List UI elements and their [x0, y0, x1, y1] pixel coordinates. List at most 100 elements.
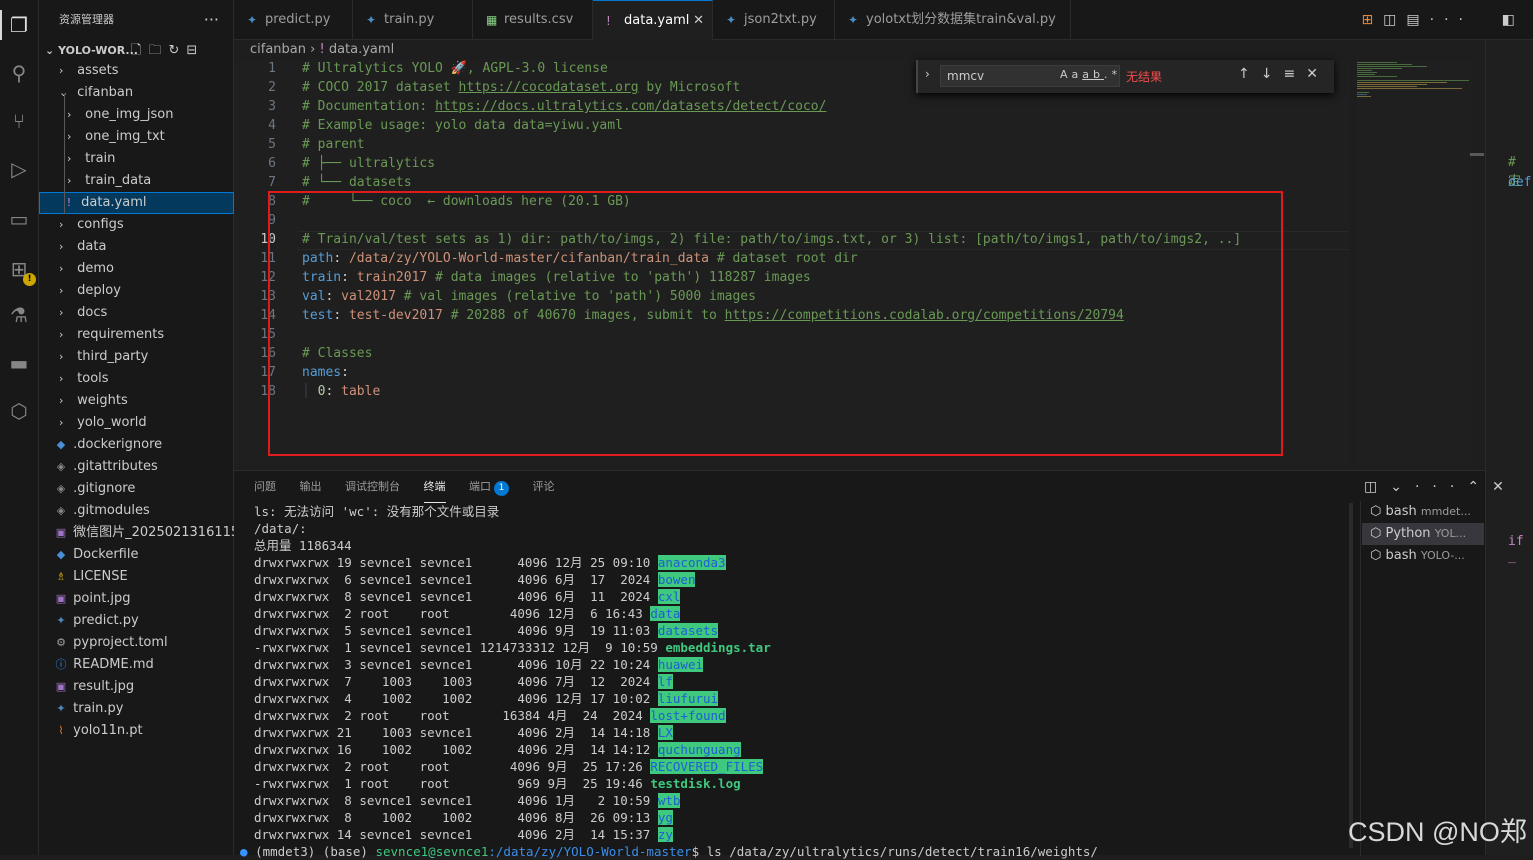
more-actions-icon[interactable]: ··· — [1415, 479, 1467, 495]
image-icon: ▣ — [55, 680, 67, 693]
explorer-icon[interactable]: ❐ — [0, 10, 34, 40]
tab-predict-py[interactable]: ✦ predict.py — [234, 0, 353, 40]
tree-item[interactable]: › third_party — [39, 346, 234, 368]
code-line-4: # Example usage: yolo data data=yiwu.yam… — [302, 118, 623, 133]
tree-item[interactable]: › weights — [39, 390, 234, 412]
tab-ports[interactable]: 端口 1 — [469, 471, 509, 503]
tree-item[interactable]: › tools — [39, 368, 234, 390]
tree-item[interactable]: ▣ point.jpg — [39, 588, 234, 610]
tab-comments[interactable]: 评论 — [533, 471, 555, 503]
tab-train-py[interactable]: ✦ train.py — [353, 0, 473, 40]
minimap-line — [1357, 64, 1412, 65]
tab-results-csv[interactable]: ▦ results.csv — [473, 0, 593, 40]
tab-debug-console[interactable]: 调试控制台 — [345, 471, 400, 503]
arrow-down-icon[interactable]: ↓ — [1261, 66, 1284, 82]
tree-item[interactable]: › docs — [39, 302, 234, 324]
tree-item[interactable]: ♗ LICENSE — [39, 566, 234, 588]
preview-icon[interactable]: ⊞ — [1361, 12, 1383, 28]
close-icon[interactable]: ✕ — [1492, 479, 1517, 495]
tab-json2txt-py[interactable]: ✦ json2txt.py — [713, 0, 835, 40]
close-icon[interactable]: ✕ — [1306, 66, 1329, 82]
directory-name: data — [650, 606, 681, 621]
tab-problems[interactable]: 问题 — [254, 471, 276, 503]
tree-item[interactable]: › requirements — [39, 324, 234, 346]
remote-explorer-icon[interactable]: ▭ — [4, 204, 34, 234]
tree-item[interactable]: ◈ .gitignore — [39, 478, 234, 500]
more-actions-icon[interactable]: ··· — [1430, 12, 1473, 28]
terminal-item[interactable]: ⬡ Python YOL... — [1362, 523, 1484, 545]
minimap[interactable] — [1357, 60, 1472, 465]
tree-item[interactable]: ⚙ pyproject.toml — [39, 632, 234, 654]
tree-item[interactable]: › demo — [39, 258, 234, 280]
tree-item[interactable]: › deploy — [39, 280, 234, 302]
tab-yolotxt-split-py[interactable]: ✦ yolotxt划分数据集train&val.py — [835, 0, 1071, 40]
regex-icon[interactable]: .* — [1104, 68, 1121, 81]
split-editor-icon[interactable]: ▤ — [1406, 12, 1429, 28]
breadcrumb-file[interactable]: data.yaml — [329, 42, 394, 57]
link[interactable]: https://docs.ultralytics.com/datasets/de… — [435, 99, 826, 114]
match-case-icon[interactable]: Aa — [1060, 68, 1082, 81]
tree-item[interactable]: › one_img_json — [39, 104, 234, 126]
tree-item[interactable]: › train — [39, 148, 234, 170]
more-actions-icon[interactable]: ··· — [204, 0, 219, 40]
arrow-up-icon[interactable]: ↑ — [1238, 66, 1261, 82]
tree-item[interactable]: ✦ train.py — [39, 698, 234, 720]
new-file-icon[interactable]: 🗋 — [131, 43, 148, 58]
run-debug-icon[interactable]: ▷ — [4, 154, 34, 184]
docker-icon[interactable]: ▬ — [4, 348, 34, 378]
new-folder-icon[interactable]: 🗀 — [148, 43, 168, 58]
whole-word-icon[interactable]: ab — [1082, 68, 1104, 81]
tree-item[interactable]: › one_img_txt — [39, 126, 234, 148]
maximize-icon[interactable]: ⌃ — [1467, 479, 1492, 495]
link[interactable]: https://cocodataset.org — [459, 80, 639, 95]
tree-item[interactable]: › train_data — [39, 170, 234, 192]
tree-item[interactable]: ◆ Dockerfile — [39, 544, 234, 566]
tree-item[interactable]: ✦ predict.py — [39, 610, 234, 632]
extensions-icon[interactable]: ⊞! — [4, 254, 36, 286]
tree-item[interactable]: ▣ 微信图片_2025021316115... — [39, 522, 234, 544]
file-tree: › assets ⌄ cifanban › one_img_json › one_im… — [39, 60, 234, 742]
tree-item-label: weights — [77, 393, 128, 408]
open-changes-icon[interactable]: ◫ — [1383, 12, 1406, 28]
tree-item[interactable]: ⌄ cifanban — [39, 82, 234, 104]
tree-item[interactable]: ! data.yaml — [39, 192, 234, 214]
terminal-scrollbar[interactable] — [1349, 503, 1353, 848]
tab-terminal[interactable]: 终端 — [423, 472, 446, 503]
chevron-right-icon: › — [59, 218, 64, 231]
tab-data-yaml[interactable]: ! data.yaml ✕ — [593, 0, 713, 40]
tree-item[interactable]: ◆ .dockerignore — [39, 434, 234, 456]
terminal-output[interactable]: ls: 无法访问 'wc': 没有那个文件或目录/data/: 总用量 11863… — [240, 503, 1354, 860]
workspace-header[interactable]: ⌄ YOLO-WOR... 🗋🗀↻⊟ — [39, 40, 233, 62]
terminal-item[interactable]: ⬡ bash YOLO-... — [1362, 545, 1484, 567]
tree-item[interactable]: › data — [39, 236, 234, 258]
search-icon[interactable]: ⚲ — [4, 58, 34, 88]
chevron-right-icon: › — [67, 152, 72, 165]
close-icon[interactable]: ✕ — [693, 1, 704, 40]
tree-item[interactable]: ⌇ yolo11n.pt — [39, 720, 234, 742]
terminal-item[interactable]: ⬡ bash mmdet... — [1362, 501, 1484, 523]
prompt-user: sevnce1@sevnce1 — [375, 844, 489, 859]
chevron-right-icon: › — [59, 328, 64, 341]
tree-item[interactable]: › assets — [39, 60, 234, 82]
tree-item[interactable]: › yolo_world — [39, 412, 234, 434]
testing-icon[interactable]: ⚗ — [4, 300, 34, 330]
tab-output[interactable]: 输出 — [300, 471, 322, 503]
tree-item[interactable]: ◈ .gitmodules — [39, 500, 234, 522]
tree-item[interactable]: › configs — [39, 214, 234, 236]
refresh-icon[interactable]: ↻ — [168, 43, 186, 58]
source-control-icon[interactable]: ⑂ — [4, 106, 34, 136]
chevron-right-icon: › — [59, 416, 64, 429]
yaml-icon: ! — [606, 14, 611, 28]
terminal-line: drwxrwxrwx 8 1002 1002 4096 8月 26 09:13 … — [254, 809, 1354, 826]
terminal-line: drwxrwxrwx 2 root root 4096 9月 25 17:26 … — [254, 758, 1354, 775]
collapse-all-icon[interactable]: ⊟ — [186, 43, 204, 58]
tree-item[interactable]: ▣ result.jpg — [39, 676, 234, 698]
chevron-right-icon[interactable]: › — [925, 67, 930, 81]
layout-icon[interactable]: ◫⌄ — [1364, 479, 1415, 495]
find-in-selection-icon[interactable]: ≡ — [1283, 66, 1306, 82]
chatgpt-icon[interactable]: ⬡ — [4, 396, 34, 426]
tree-item[interactable]: ⓘ README.md — [39, 654, 234, 676]
tree-item[interactable]: ◈ .gitattributes — [39, 456, 234, 478]
split-icon[interactable]: ◧ — [1502, 12, 1525, 28]
breadcrumb-folder[interactable]: cifanban — [250, 42, 306, 57]
